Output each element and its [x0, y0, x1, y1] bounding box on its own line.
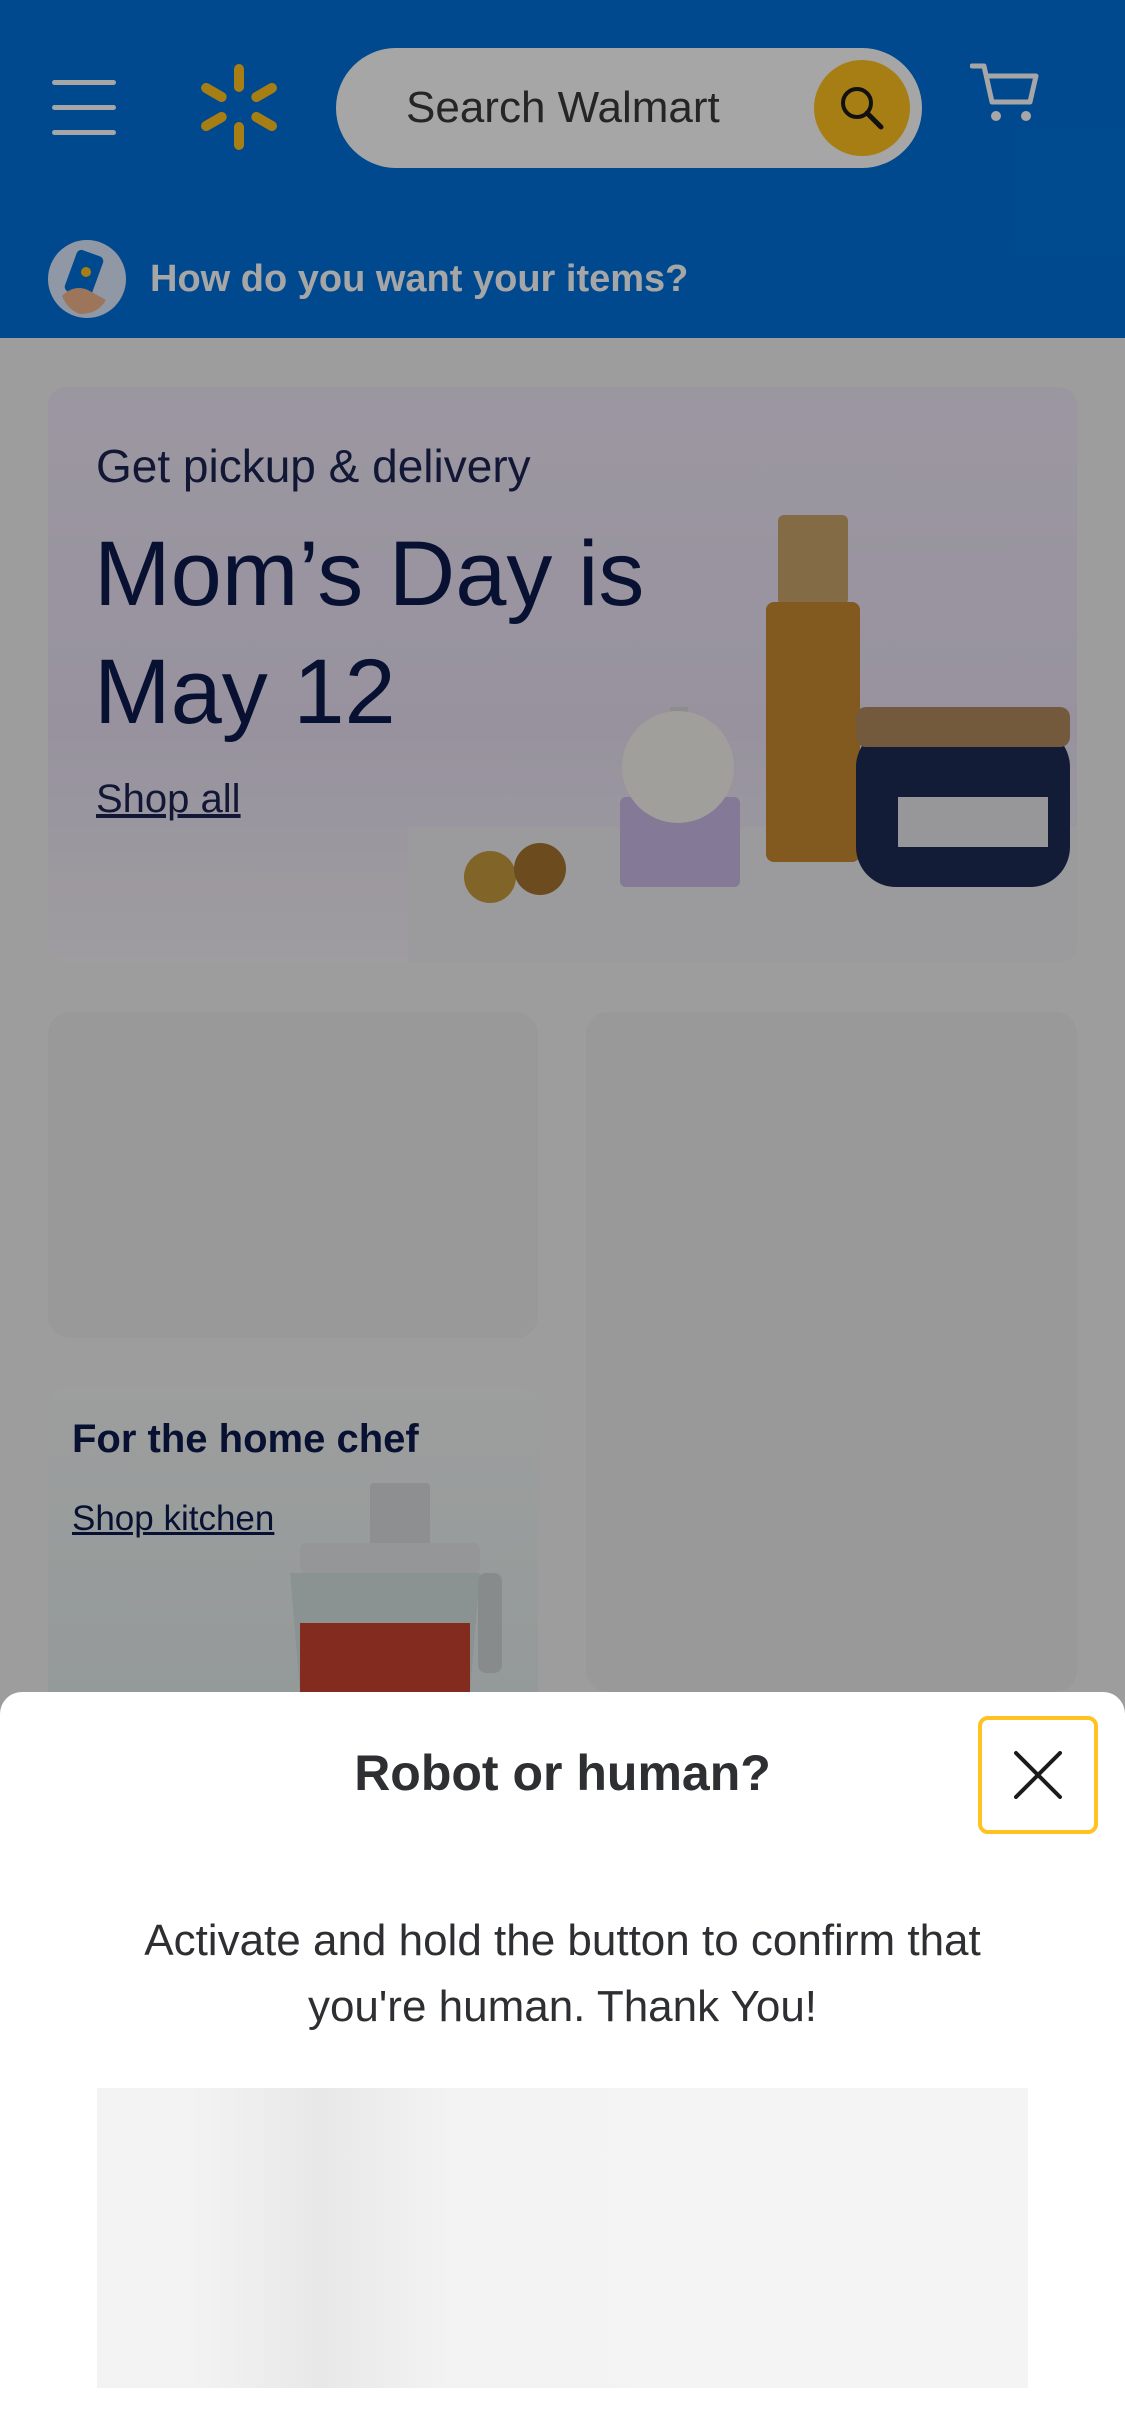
press-and-hold-button[interactable]	[97, 2088, 1028, 2388]
modal-instructions: Activate and hold the button to confirm …	[144, 1916, 981, 2031]
close-button[interactable]	[978, 1716, 1098, 1834]
robot-check-sheet: Robot or human? Activate and hold the bu…	[0, 1692, 1125, 2436]
close-icon	[1014, 1751, 1062, 1799]
modal-title: Robot or human?	[354, 1745, 771, 1801]
